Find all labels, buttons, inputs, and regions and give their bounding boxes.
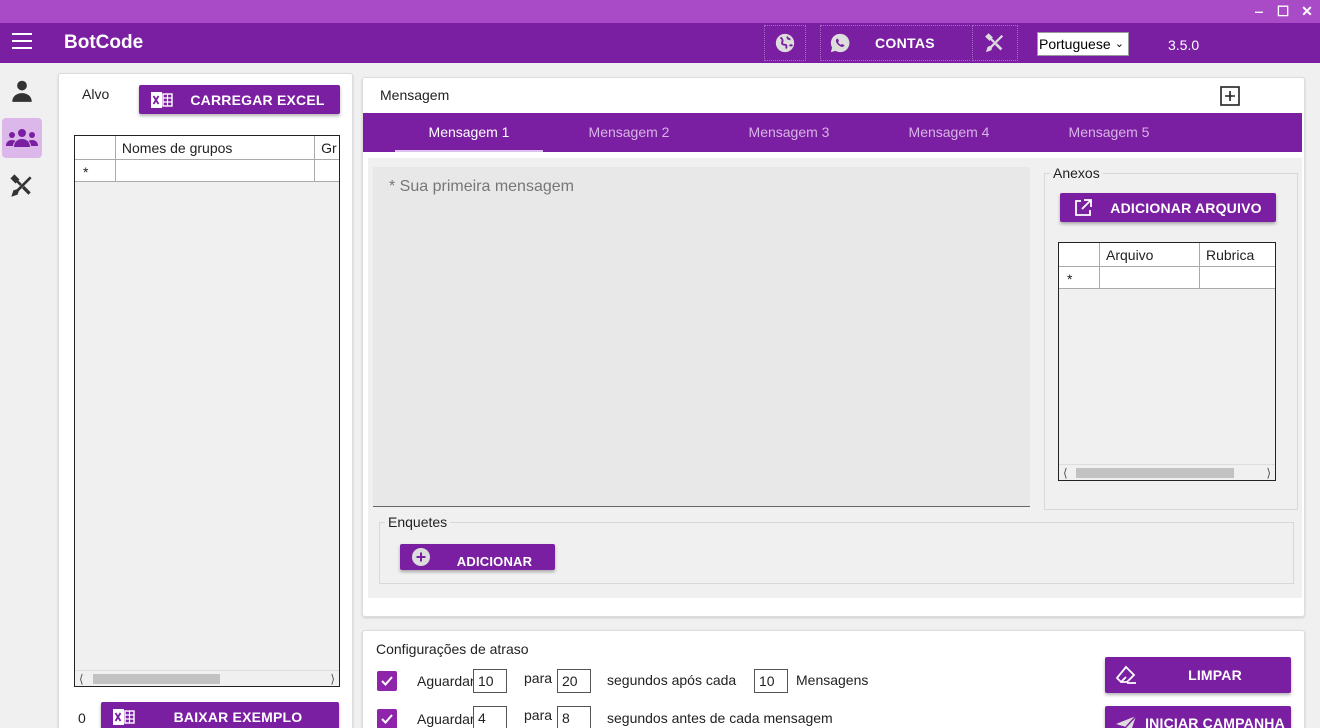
close-button[interactable]: ✕ <box>1296 2 1318 20</box>
maximize-button[interactable]: ☐ <box>1272 2 1294 20</box>
delay-checkbox-1[interactable] <box>377 671 397 691</box>
alvo-grid-header: Nomes de grupos Gr <box>75 136 339 160</box>
delay-from-input-1[interactable]: 10 <box>473 669 507 693</box>
anexos-grid[interactable]: Arquivo Rubrica * ⟨ ⟩ <box>1058 242 1276 481</box>
globe-button[interactable] <box>764 25 806 61</box>
atraso-label: Configurações de atraso <box>376 641 529 657</box>
delay-to-input-1[interactable]: 20 <box>557 669 591 693</box>
add-file-label: ADICIONAR ARQUIVO <box>1110 199 1262 216</box>
menu-icon[interactable] <box>12 33 32 53</box>
eraser-icon <box>1113 665 1139 685</box>
message-placeholder: * Sua primeira mensagem <box>389 178 574 195</box>
group-icon <box>6 129 38 147</box>
horizontal-scrollbar[interactable]: ⟨ ⟩ <box>1059 464 1275 480</box>
message-count-input[interactable]: 10 <box>754 669 788 693</box>
wait-label: Aguardar <box>417 673 473 689</box>
alvo-grid[interactable]: Nomes de grupos Gr * ⟨ ⟩ <box>74 135 340 687</box>
scrollbar-thumb[interactable] <box>93 674 220 684</box>
excel-icon <box>149 91 175 109</box>
add-circle-icon <box>408 547 434 567</box>
new-row-marker: * <box>75 160 116 182</box>
add-message-button[interactable] <box>1220 86 1240 106</box>
alvo-label: Alvo <box>82 86 110 102</box>
plus-square-icon <box>1220 86 1240 106</box>
load-excel-button[interactable]: CARREGAR EXCEL <box>139 85 340 114</box>
column-header[interactable]: Arquivo <box>1100 243 1200 267</box>
enquetes-label: Enquetes <box>385 514 451 530</box>
chevron-left-icon[interactable]: ⟨ <box>79 671 84 686</box>
chevron-right-icon[interactable]: ⟩ <box>1266 465 1271 480</box>
tab-mensagem-5[interactable]: Mensagem 5 <box>1029 113 1189 152</box>
tab-mensagem-2[interactable]: Mensagem 2 <box>549 113 709 152</box>
column-header[interactable]: Gr <box>315 136 339 160</box>
globe-icon <box>775 33 795 53</box>
column-header[interactable]: Nomes de grupos <box>115 136 316 160</box>
version-label: 3.5.0 <box>1168 37 1200 53</box>
add-poll-label: ADICIONAR ENQUETE <box>456 554 533 570</box>
check-icon <box>381 676 393 686</box>
new-row-marker: * <box>1059 267 1100 289</box>
whatsapp-icon <box>830 33 850 53</box>
minimize-button[interactable]: ‒ <box>1248 2 1270 20</box>
tools-button[interactable] <box>972 25 1018 61</box>
delay-checkbox-2[interactable] <box>377 709 397 728</box>
person-icon <box>12 80 32 102</box>
horizontal-scrollbar[interactable]: ⟨ ⟩ <box>75 670 339 686</box>
left-nav <box>0 63 46 728</box>
contas-label: CONTAS <box>875 35 935 51</box>
tools-icon <box>10 174 32 197</box>
message-tabs: Mensagem 1 Mensagem 2 Mensagem 3 Mensage… <box>363 113 1302 152</box>
send-icon <box>1113 715 1139 728</box>
app-bar: BotCode CONTAS Portuguese ⌄ 3.5.0 <box>0 23 1320 63</box>
external-link-icon <box>1070 198 1096 218</box>
clear-button[interactable]: LIMPAR <box>1105 657 1291 693</box>
tab-mensagem-4[interactable]: Mensagem 4 <box>869 113 1029 152</box>
excel-icon <box>111 708 137 726</box>
nav-item-person[interactable] <box>2 71 42 111</box>
add-file-button[interactable]: ADICIONAR ARQUIVO <box>1060 193 1276 222</box>
to-label: para <box>524 670 553 686</box>
download-example-label: BAIXAR EXEMPLO <box>173 708 303 725</box>
mensagem-label: Mensagem <box>380 87 450 103</box>
clear-label: LIMPAR <box>1188 667 1242 683</box>
message-textarea[interactable]: * Sua primeira mensagem <box>373 167 1030 507</box>
delay-suffix-label: segundos antes de cada mensagem <box>607 710 833 726</box>
language-value: Portuguese <box>1039 36 1111 52</box>
row-count: 0 <box>78 710 86 726</box>
tools-icon <box>985 33 1004 53</box>
chevron-left-icon[interactable]: ⟨ <box>1063 465 1068 480</box>
chevron-down-icon: ⌄ <box>1114 38 1124 50</box>
to-label: para <box>524 707 553 723</box>
table-row[interactable]: * <box>1059 267 1275 289</box>
tab-mensagem-1[interactable]: Mensagem 1 <box>389 113 549 152</box>
app-title: BotCode <box>64 32 144 53</box>
scrollbar-thumb[interactable] <box>1076 468 1234 478</box>
language-select[interactable]: Portuguese ⌄ <box>1037 32 1129 56</box>
add-poll-button[interactable]: ADICIONAR ENQUETE <box>400 544 555 570</box>
delay-from-input-2[interactable]: 4 <box>473 706 507 728</box>
anexos-grid-header: Arquivo Rubrica <box>1059 243 1275 267</box>
delay-suffix-label: segundos após cada <box>607 672 737 688</box>
start-campaign-label: INICIAR CAMPANHA <box>1145 715 1285 728</box>
column-header[interactable]: Rubrica <box>1200 243 1275 267</box>
wait-label: Aguardar <box>417 711 473 727</box>
anexos-label: Anexos <box>1050 165 1103 181</box>
tab-mensagem-3[interactable]: Mensagem 3 <box>709 113 869 152</box>
start-campaign-button[interactable]: INICIAR CAMPANHA <box>1105 706 1291 728</box>
download-example-button[interactable]: BAIXAR EXEMPLO <box>101 702 339 728</box>
nav-item-tools[interactable] <box>2 166 42 206</box>
nav-item-group[interactable] <box>2 118 42 158</box>
load-excel-label: CARREGAR EXCEL <box>190 91 325 108</box>
table-row[interactable]: * <box>75 160 339 182</box>
delay-to-input-2[interactable]: 8 <box>557 706 591 728</box>
contas-button[interactable]: CONTAS <box>820 25 970 61</box>
messages-label: Mensagens <box>796 672 869 688</box>
window-titlebar: ‒ ☐ ✕ <box>0 0 1320 23</box>
check-icon <box>381 714 393 724</box>
chevron-right-icon[interactable]: ⟩ <box>330 671 335 686</box>
